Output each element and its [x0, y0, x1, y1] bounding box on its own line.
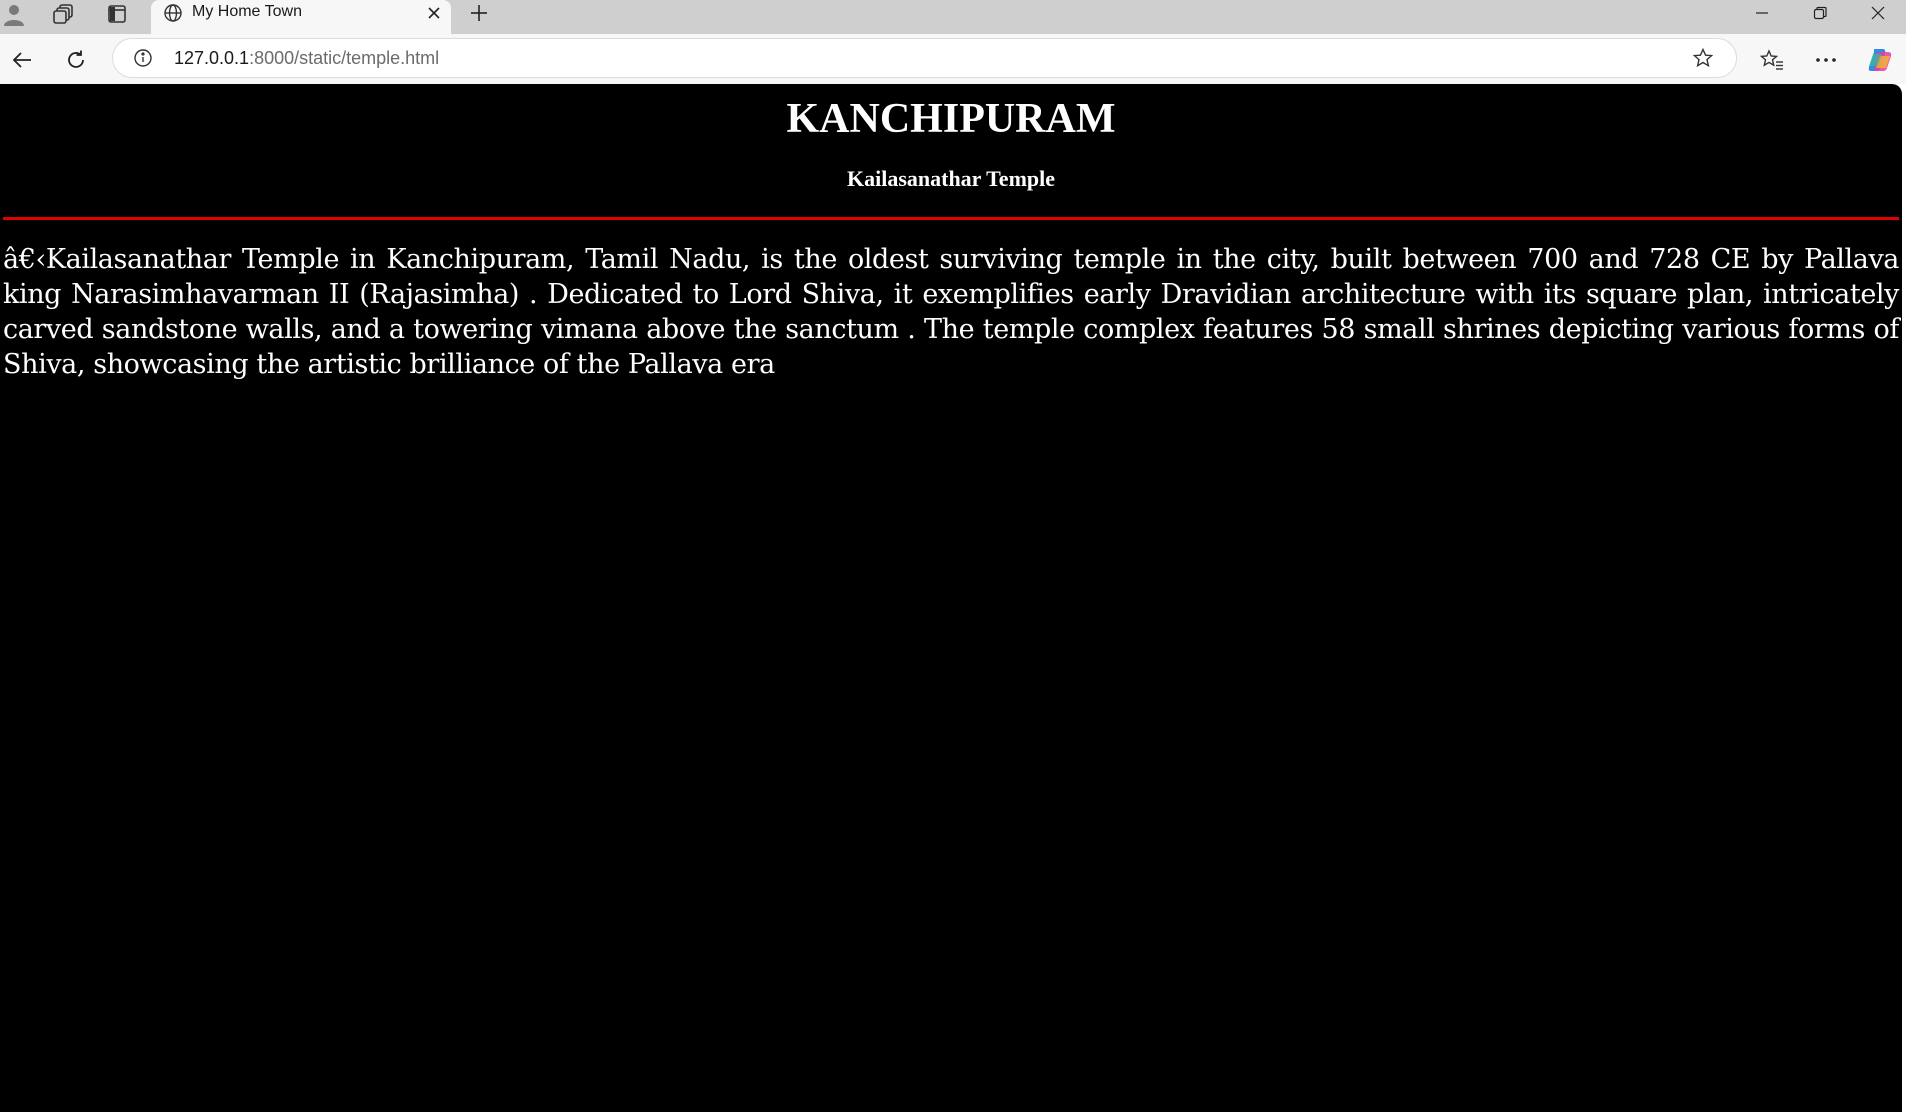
site-info-icon[interactable]: [131, 46, 155, 70]
profile-button[interactable]: [0, 0, 36, 28]
back-button[interactable]: [4, 42, 40, 78]
url-host: 127.0.0.1: [174, 48, 250, 68]
globe-icon: [161, 1, 185, 25]
profile-icon: [4, 5, 24, 26]
address-bar[interactable]: 127.0.0.1:8000/static/temple.html: [112, 38, 1737, 78]
page-subtitle: Kailasanathar Temple: [846, 166, 1056, 192]
reload-icon: [68, 50, 84, 68]
new-tab-button[interactable]: [464, 0, 494, 26]
page-viewport: KANCHIPURAM Kailasanathar Temple â€‹Kail…: [0, 84, 1906, 1112]
window-close-button[interactable]: [1850, 0, 1906, 26]
page-body: KANCHIPURAM Kailasanathar Temple â€‹Kail…: [0, 84, 1902, 1112]
plus-icon: [471, 5, 487, 21]
settings-more-button[interactable]: [1808, 42, 1844, 78]
restore-icon: [1813, 6, 1827, 20]
favorites-button[interactable]: [1754, 42, 1790, 78]
page-title: KANCHIPURAM: [786, 96, 1116, 142]
tab-close-button[interactable]: [422, 1, 446, 25]
minimize-button[interactable]: [1734, 0, 1790, 26]
minimize-icon: [1756, 12, 1768, 14]
tab-strip: My Home Town: [0, 0, 1906, 34]
workspaces-button[interactable]: [42, 0, 86, 28]
copilot-button[interactable]: [1862, 42, 1898, 78]
favorite-star-icon[interactable]: [1691, 46, 1715, 70]
temple-description: â€‹Kailasanathar Temple in Kanchipuram, …: [3, 243, 1899, 380]
reload-button[interactable]: [58, 42, 94, 78]
close-icon: [1871, 6, 1885, 20]
restore-button[interactable]: [1792, 0, 1848, 26]
tab-actions-button[interactable]: [95, 0, 139, 28]
url-text[interactable]: 127.0.0.1:8000/static/temple.html: [174, 48, 439, 69]
more-icon: [1816, 58, 1836, 62]
vertical-tabs-icon: [108, 5, 126, 23]
workspaces-icon: [53, 4, 73, 24]
copilot-icon: [1868, 49, 1892, 71]
tab-title: My Home Town: [192, 3, 302, 20]
tab-active[interactable]: My Home Town: [151, 0, 451, 34]
close-icon: [428, 7, 440, 19]
horizontal-rule: [3, 216, 1899, 220]
back-arrow-icon: [12, 52, 31, 68]
browser-toolbar: 127.0.0.1:8000/static/temple.html: [0, 34, 1906, 84]
url-path: :8000/static/temple.html: [249, 48, 440, 68]
favorites-icon: [1760, 49, 1783, 70]
